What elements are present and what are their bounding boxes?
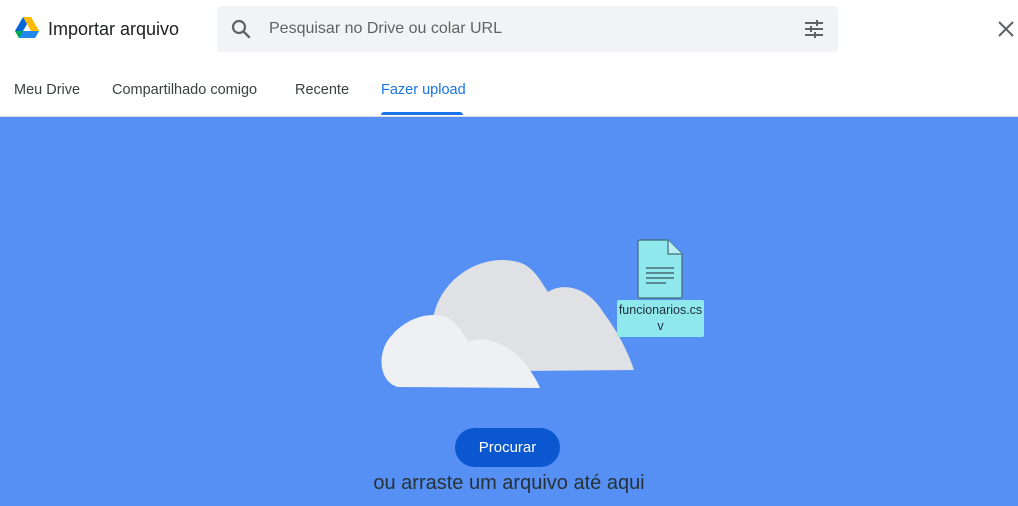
cloud-illustration [381, 260, 634, 388]
tab-compartilhado-comigo[interactable]: Compartilhado comigo [112, 82, 257, 98]
dragged-file-name: funcionarios.csv [617, 300, 704, 337]
tab-bar: Meu Drive Compartilhado comigo Recente F… [0, 60, 1018, 117]
tab-recente[interactable]: Recente [295, 82, 349, 98]
tune-icon[interactable] [802, 17, 826, 41]
browse-button[interactable]: Procurar [455, 428, 560, 467]
google-drive-logo [15, 17, 39, 38]
search-input[interactable] [269, 14, 789, 44]
dialog-header: Importar arquivo [0, 0, 1018, 60]
drag-hint-text: ou arraste um arquivo até aqui [373, 472, 645, 494]
search-icon [231, 19, 251, 39]
tab-fazer-upload[interactable]: Fazer upload [381, 82, 466, 98]
tab-meu-drive[interactable]: Meu Drive [14, 82, 80, 98]
close-icon[interactable] [994, 17, 1018, 41]
dialog-title: Importar arquivo [48, 19, 180, 39]
search-bar[interactable] [217, 6, 838, 52]
active-tab-indicator [381, 112, 463, 115]
upload-dropzone[interactable]: funcionarios.csv Procurar ou arraste um … [0, 117, 1018, 506]
file-document-icon [637, 239, 683, 299]
